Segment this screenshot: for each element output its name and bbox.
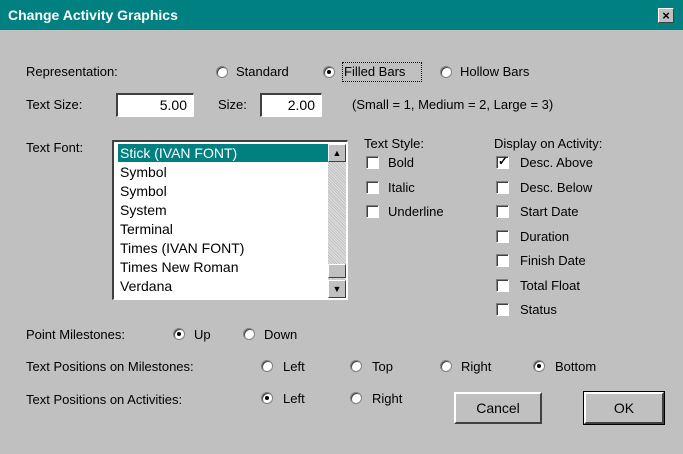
text-size-label: Text Size: — [26, 97, 83, 112]
scroll-down-arrow-icon[interactable]: ▼ — [328, 280, 346, 298]
font-list-item[interactable]: Symbol — [118, 163, 330, 181]
desc-above-checkbox[interactable]: ✓ — [496, 154, 509, 169]
desc-above-label[interactable]: Desc. Above — [520, 155, 593, 170]
font-list-item[interactable]: Times (IVAN FONT) — [118, 239, 330, 257]
start-date-label[interactable]: Start Date — [520, 204, 579, 219]
milestone-pos-bottom-label[interactable]: Bottom — [555, 359, 596, 374]
size-label: Size: — [218, 97, 247, 112]
finish-date-checkbox[interactable] — [496, 254, 509, 267]
italic-checkbox[interactable] — [366, 181, 379, 194]
milestone-up-radio[interactable] — [173, 328, 185, 340]
activity-pos-left-radio[interactable] — [261, 392, 273, 404]
font-list-item[interactable]: Verdana — [118, 277, 330, 295]
text-positions-activities-label: Text Positions on Activities: — [26, 392, 183, 407]
milestone-down-radio[interactable] — [243, 328, 255, 340]
milestone-pos-right-label[interactable]: Right — [461, 359, 491, 374]
scroll-thumb[interactable] — [328, 264, 346, 278]
activity-pos-right-radio[interactable] — [350, 392, 362, 404]
scroll-up-arrow-icon[interactable]: ▲ — [328, 144, 346, 162]
representation-label: Representation: — [26, 64, 118, 79]
milestone-pos-left-radio[interactable] — [261, 360, 273, 372]
focus-rectangle — [342, 62, 422, 82]
total-float-label[interactable]: Total Float — [520, 278, 580, 293]
text-positions-milestones-label: Text Positions on Milestones: — [26, 359, 194, 374]
duration-checkbox[interactable] — [496, 230, 509, 243]
bold-checkbox[interactable] — [366, 156, 379, 169]
text-font-label: Text Font: — [26, 140, 84, 155]
close-button[interactable]: × — [658, 8, 674, 23]
desc-below-label[interactable]: Desc. Below — [520, 180, 592, 195]
milestone-down-label[interactable]: Down — [264, 327, 297, 342]
representation-standard-label[interactable]: Standard — [236, 64, 289, 79]
milestone-pos-right-radio[interactable] — [440, 360, 452, 372]
font-list-item[interactable]: Stick (IVAN FONT) — [118, 144, 330, 162]
font-list-item[interactable]: Times New Roman — [118, 258, 330, 276]
text-style-label: Text Style: — [364, 136, 424, 151]
representation-hollow-bars-radio[interactable] — [440, 66, 452, 78]
underline-checkbox[interactable] — [366, 205, 379, 218]
desc-below-checkbox[interactable] — [496, 181, 509, 194]
display-on-activity-label: Display on Activity: — [494, 136, 603, 151]
change-activity-graphics-dialog: Change Activity Graphics × Representatio… — [0, 0, 683, 454]
ok-button[interactable]: OK — [583, 391, 665, 425]
representation-filled-bars-radio[interactable] — [323, 66, 335, 78]
italic-label[interactable]: Italic — [388, 180, 415, 195]
total-float-checkbox[interactable] — [496, 279, 509, 292]
font-list-item[interactable]: System — [118, 201, 330, 219]
start-date-checkbox[interactable] — [496, 205, 509, 218]
font-list-item[interactable]: Terminal — [118, 220, 330, 238]
duration-label[interactable]: Duration — [520, 229, 569, 244]
milestone-pos-bottom-radio[interactable] — [533, 360, 545, 372]
finish-date-label[interactable]: Finish Date — [520, 253, 586, 268]
status-checkbox[interactable] — [496, 303, 509, 316]
size-input[interactable]: 2.00 — [260, 93, 322, 117]
font-list-scrollbar[interactable]: ▲ ▼ — [328, 144, 346, 298]
underline-label[interactable]: Underline — [388, 204, 444, 219]
size-hint: (Small = 1, Medium = 2, Large = 3) — [352, 97, 554, 112]
milestone-pos-top-radio[interactable] — [350, 360, 362, 372]
cancel-button[interactable]: Cancel — [454, 392, 542, 424]
window-title: Change Activity Graphics — [8, 7, 178, 23]
font-list-item[interactable]: Symbol — [118, 182, 330, 200]
check-mark-icon: ✓ — [498, 154, 509, 168]
representation-hollow-bars-label[interactable]: Hollow Bars — [460, 64, 529, 79]
title-bar: Change Activity Graphics × — [0, 0, 683, 30]
milestone-up-label[interactable]: Up — [194, 327, 211, 342]
text-font-listbox[interactable]: Stick (IVAN FONT) Symbol Symbol System T… — [112, 140, 348, 300]
milestone-pos-left-label[interactable]: Left — [283, 359, 305, 374]
status-label[interactable]: Status — [520, 302, 557, 317]
milestone-pos-top-label[interactable]: Top — [372, 359, 393, 374]
representation-standard-radio[interactable] — [216, 66, 228, 78]
activity-pos-right-label[interactable]: Right — [372, 391, 402, 406]
point-milestones-label: Point Milestones: — [26, 327, 125, 342]
text-size-input[interactable]: 5.00 — [116, 93, 194, 117]
activity-pos-left-label[interactable]: Left — [283, 391, 305, 406]
bold-label[interactable]: Bold — [388, 155, 414, 170]
